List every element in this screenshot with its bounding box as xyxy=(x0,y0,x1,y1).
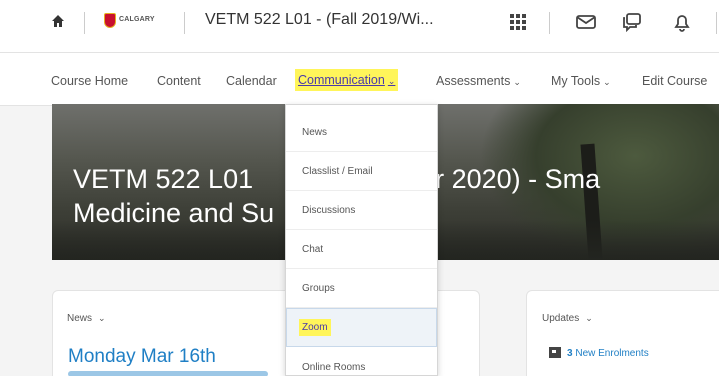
course-title-link[interactable]: VETM 522 L01 - (Fall 2019/Wi... xyxy=(205,11,434,29)
nav-label: Calendar xyxy=(226,74,277,88)
divider xyxy=(549,12,550,34)
nav-course-home[interactable]: Course Home xyxy=(51,74,128,88)
nav-label: My Tools xyxy=(551,74,601,88)
crest-icon xyxy=(104,12,116,28)
enrolment-icon xyxy=(549,347,561,358)
subscriptions-chat-icon[interactable] xyxy=(620,10,644,34)
new-enrolments-link[interactable]: 3 New Enrolments xyxy=(567,348,649,359)
chevron-down-icon: ⌄ xyxy=(98,313,106,323)
enrolment-count: 3 xyxy=(567,348,573,359)
menu-item-discussions[interactable]: Discussions xyxy=(286,191,437,230)
nav-communication[interactable]: Communication ⌄ xyxy=(295,69,399,91)
divider xyxy=(184,12,185,34)
menu-item-groups[interactable]: Groups xyxy=(286,269,437,308)
enrolment-text: New Enrolments xyxy=(575,348,649,359)
divider xyxy=(84,12,85,34)
minibar: CALGARY VETM 522 L01 - (Fall 2019/Wi... xyxy=(0,0,719,52)
nav-edit-course[interactable]: Edit Course xyxy=(642,74,707,88)
menu-item-label: News xyxy=(302,127,328,138)
nav-my-tools[interactable]: My Tools ⌄ xyxy=(551,74,611,88)
menu-item-label: Classlist / Email xyxy=(302,166,373,177)
menu-item-classlist-email[interactable]: Classlist / Email xyxy=(286,152,437,191)
nav-label: Edit Course xyxy=(642,74,708,88)
course-navbar: Course Home Content Calendar Communicati… xyxy=(0,52,719,106)
menu-item-label: Discussions xyxy=(302,205,356,216)
nav-assessments[interactable]: Assessments ⌄ xyxy=(436,74,521,88)
chevron-down-icon: ⌄ xyxy=(603,77,611,87)
divider xyxy=(716,12,717,34)
nav-label: Content xyxy=(157,74,201,88)
nav-label: Communication xyxy=(298,73,385,87)
university-logo[interactable]: CALGARY xyxy=(104,12,164,28)
chevron-down-icon: ⌄ xyxy=(585,313,593,323)
nav-label: Assessments xyxy=(436,74,511,88)
menu-item-label: Zoom xyxy=(299,319,331,336)
menu-item-label: Groups xyxy=(302,283,335,294)
message-alerts-icon[interactable] xyxy=(574,10,598,34)
nav-content[interactable]: Content xyxy=(157,74,201,88)
nav-label: Course Home xyxy=(51,74,129,88)
news-widget-header[interactable]: News ⌄ xyxy=(67,313,106,324)
widget-heading: News xyxy=(67,313,93,324)
notification-bell-icon[interactable] xyxy=(670,10,694,34)
updates-widget: Updates ⌄ 3 New Enrolments xyxy=(526,290,719,376)
news-subline xyxy=(68,371,268,376)
banner-title-line2: Medicine and Su xyxy=(73,198,275,228)
banner-title-left: VETM 522 L01 xyxy=(73,164,261,194)
menu-item-online-rooms[interactable]: Online Rooms xyxy=(286,348,437,376)
chevron-down-icon: ⌄ xyxy=(387,76,396,86)
menu-item-chat[interactable]: Chat xyxy=(286,230,437,269)
chevron-down-icon: ⌄ xyxy=(513,77,521,87)
updates-widget-header[interactable]: Updates ⌄ xyxy=(542,313,593,324)
menu-item-label: Chat xyxy=(302,244,324,255)
widget-heading: Updates xyxy=(542,313,580,324)
news-headline-link[interactable]: Monday Mar 16th xyxy=(68,346,216,368)
communication-dropdown-menu: News Classlist / Email Discussions Chat … xyxy=(285,104,438,376)
menu-item-zoom[interactable]: Zoom xyxy=(286,308,437,347)
course-selector-grid-icon[interactable] xyxy=(506,10,530,34)
nav-calendar[interactable]: Calendar xyxy=(226,74,277,88)
menu-item-label: Online Rooms xyxy=(302,362,366,373)
logo-text: CALGARY xyxy=(119,16,155,23)
menu-item-news[interactable]: News xyxy=(286,113,437,152)
home-icon[interactable] xyxy=(51,14,65,28)
